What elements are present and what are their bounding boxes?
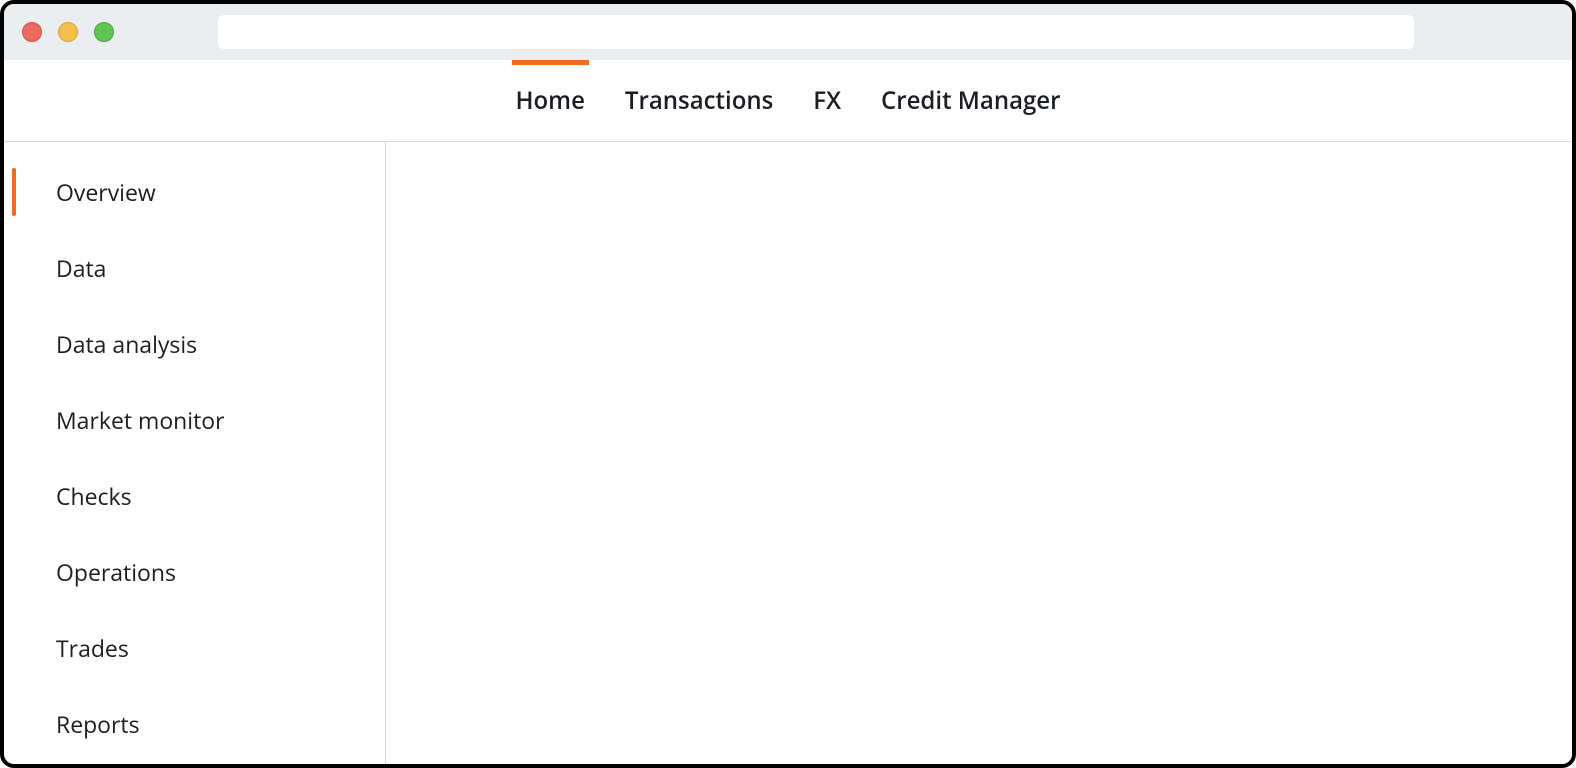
sidebar: Overview Data Data analysis Market monit…: [4, 142, 386, 764]
sidebar-item-checks[interactable]: Checks: [4, 458, 385, 534]
window-minimize-button[interactable]: [58, 22, 78, 42]
sidebar-item-market-monitor[interactable]: Market monitor: [4, 382, 385, 458]
sidebar-item-operations[interactable]: Operations: [4, 534, 385, 610]
window-frame: Home Transactions FX Credit Manager Over…: [0, 0, 1576, 768]
sidebar-item-label: Market monitor: [56, 404, 225, 436]
traffic-lights: [22, 22, 114, 42]
sidebar-item-label: Data analysis: [56, 328, 197, 360]
sidebar-item-label: Reports: [56, 708, 140, 740]
sidebar-item-data[interactable]: Data: [4, 230, 385, 306]
sidebar-item-label: Trades: [56, 632, 129, 664]
main-panel: [386, 142, 1572, 764]
sidebar-item-label: Overview: [56, 176, 156, 208]
sidebar-item-overview[interactable]: Overview: [4, 154, 385, 230]
sidebar-item-data-analysis[interactable]: Data analysis: [4, 306, 385, 382]
window-maximize-button[interactable]: [94, 22, 114, 42]
tab-label: FX: [813, 84, 841, 117]
tab-fx[interactable]: FX: [809, 60, 845, 141]
content-area: Overview Data Data analysis Market monit…: [4, 142, 1572, 764]
sidebar-item-trades[interactable]: Trades: [4, 610, 385, 686]
tab-credit-manager[interactable]: Credit Manager: [877, 60, 1064, 141]
top-navigation: Home Transactions FX Credit Manager: [4, 60, 1572, 142]
tab-label: Transactions: [625, 84, 773, 117]
sidebar-item-label: Checks: [56, 480, 132, 512]
sidebar-item-label: Operations: [56, 556, 176, 588]
sidebar-item-label: Data: [56, 252, 106, 284]
tab-label: Credit Manager: [881, 84, 1060, 117]
tab-label: Home: [516, 84, 585, 117]
window-close-button[interactable]: [22, 22, 42, 42]
tab-transactions[interactable]: Transactions: [621, 60, 777, 141]
sidebar-item-reports[interactable]: Reports: [4, 686, 385, 762]
address-bar[interactable]: [218, 15, 1414, 49]
tab-home[interactable]: Home: [512, 60, 589, 141]
titlebar: [4, 4, 1572, 60]
